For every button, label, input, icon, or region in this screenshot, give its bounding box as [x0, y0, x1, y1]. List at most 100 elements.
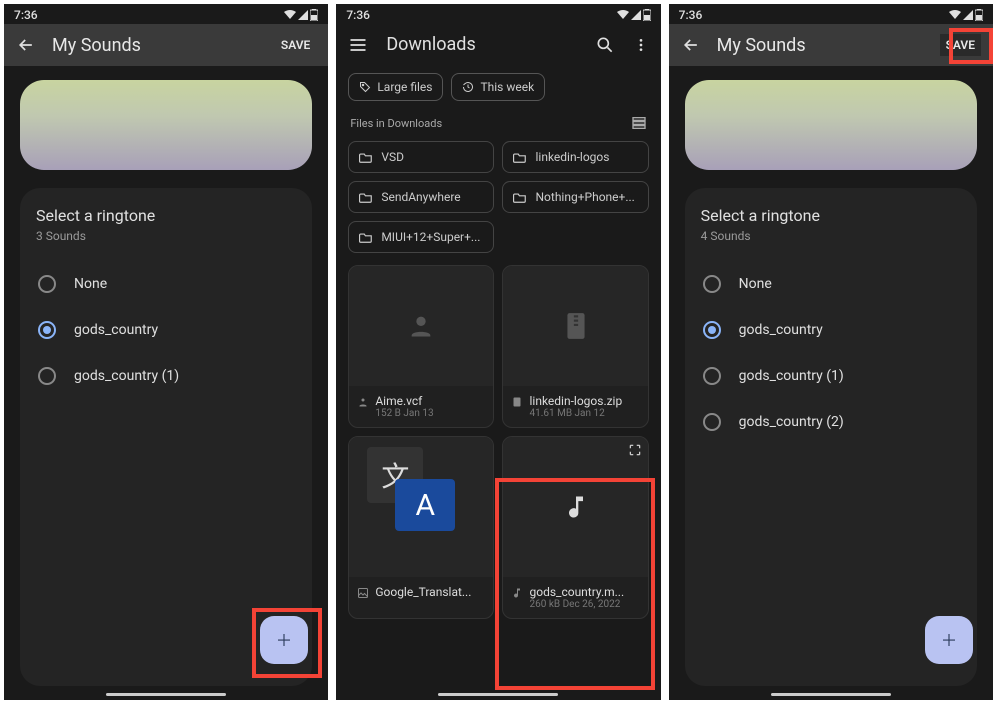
- home-indicator[interactable]: [771, 693, 891, 696]
- signal-icon: [298, 10, 308, 20]
- ringtone-label: gods_country (1): [739, 368, 844, 384]
- status-icons: [949, 9, 983, 21]
- phone-screen-2: 7:36 Downloads Large files This week Fil…: [336, 4, 660, 700]
- translate-thumbnail: 文 A: [349, 437, 493, 577]
- ringtone-label: gods_country (2): [739, 414, 844, 430]
- chip-large-files[interactable]: Large files: [348, 73, 443, 101]
- home-indicator[interactable]: [106, 693, 226, 696]
- status-time: 7:36: [346, 8, 370, 22]
- phone-screen-1: 7:36 My Sounds SAVE Select a ringtone 3 …: [4, 4, 328, 700]
- app-bar: My Sounds SAVE: [669, 24, 993, 66]
- back-icon[interactable]: [16, 35, 36, 55]
- view-toggle-icon[interactable]: [631, 115, 647, 131]
- wifi-icon: [284, 10, 296, 20]
- folder-grid: VSD linkedin-logos SendAnywhere Nothing+…: [336, 137, 660, 261]
- ringtone-label: None: [74, 276, 107, 292]
- person-icon: [407, 312, 435, 340]
- ringtone-label: gods_country: [739, 322, 823, 338]
- zip-small-icon: [511, 396, 523, 408]
- sounds-count: 3 Sounds: [36, 229, 296, 243]
- folder-label: MIUI+12+Super+...: [381, 230, 480, 244]
- home-indicator[interactable]: [438, 693, 558, 696]
- ringtone-option[interactable]: gods_country (2): [701, 399, 961, 445]
- radio-icon: [38, 275, 56, 293]
- radio-icon: [703, 413, 721, 431]
- file-card[interactable]: Aime.vcf 152 B Jan 13: [348, 265, 494, 428]
- contact-icon: [357, 396, 369, 408]
- ringtone-option[interactable]: gods_country (1): [36, 353, 296, 399]
- radio-icon: [703, 367, 721, 385]
- highlight-file: [495, 478, 655, 690]
- folder-item[interactable]: Nothing+Phone+...: [502, 181, 648, 213]
- ringtone-label: gods_country (1): [74, 368, 179, 384]
- plus-icon: [940, 631, 958, 649]
- file-card[interactable]: linkedin-logos.zip 41.61 MB Jan 12: [502, 265, 648, 428]
- battery-icon: [975, 9, 983, 21]
- file-detail: 152 B Jan 13: [375, 408, 485, 419]
- status-bar: 7:36: [4, 4, 328, 24]
- ringtone-label: gods_country: [74, 322, 158, 338]
- filter-chips: Large files This week: [336, 65, 660, 109]
- section-header: Files in Downloads: [336, 109, 660, 137]
- chip-label: Large files: [377, 80, 432, 94]
- status-time: 7:36: [14, 8, 38, 22]
- status-bar: 7:36: [336, 4, 660, 24]
- folder-label: VSD: [381, 150, 404, 164]
- wifi-icon: [949, 10, 961, 20]
- tag-icon: [359, 81, 371, 93]
- sounds-count: 4 Sounds: [701, 229, 961, 243]
- highlight-save: [949, 28, 993, 64]
- file-name: Google_Translat...: [375, 585, 485, 599]
- save-button[interactable]: SAVE: [275, 34, 316, 56]
- app-bar: My Sounds SAVE: [4, 24, 328, 66]
- phone-screen-3: 7:36 My Sounds SAVE Select a ringtone 4 …: [669, 4, 993, 700]
- ringtone-option[interactable]: None: [701, 261, 961, 307]
- folder-item[interactable]: VSD: [348, 141, 494, 173]
- back-icon[interactable]: [681, 35, 701, 55]
- signal-icon: [631, 10, 641, 20]
- image-icon: [357, 587, 369, 599]
- folder-item[interactable]: SendAnywhere: [348, 181, 494, 213]
- file-card[interactable]: 文 A Google_Translat...: [348, 436, 494, 619]
- section-label: Files in Downloads: [350, 117, 442, 130]
- file-name: Aime.vcf: [375, 394, 485, 408]
- battery-icon: [643, 9, 651, 21]
- folder-icon: [359, 231, 373, 243]
- ringtone-card: Select a ringtone 4 Sounds None gods_cou…: [685, 188, 977, 686]
- radio-icon: [703, 321, 721, 339]
- expand-icon[interactable]: [628, 443, 642, 457]
- app-bar: Downloads: [336, 24, 660, 65]
- file-preview: [503, 266, 647, 386]
- page-title: My Sounds: [52, 35, 259, 56]
- ringtone-option[interactable]: None: [36, 261, 296, 307]
- menu-icon[interactable]: [348, 35, 368, 55]
- folder-item[interactable]: MIUI+12+Super+...: [348, 221, 494, 253]
- more-icon[interactable]: [633, 35, 649, 55]
- status-icons: [617, 9, 651, 21]
- ringtone-option[interactable]: gods_country: [701, 307, 961, 353]
- history-icon: [462, 81, 474, 93]
- status-icons: [284, 9, 318, 21]
- file-preview: [349, 266, 493, 386]
- search-icon[interactable]: [595, 35, 615, 55]
- ringtone-option[interactable]: gods_country: [36, 307, 296, 353]
- add-fab[interactable]: [925, 616, 973, 664]
- gradient-header-card: [20, 80, 312, 170]
- wifi-icon: [617, 10, 629, 20]
- status-time: 7:36: [679, 8, 703, 22]
- chip-label: This week: [480, 80, 534, 94]
- folder-icon: [359, 191, 373, 203]
- status-bar: 7:36: [669, 4, 993, 24]
- highlight-fab: [252, 608, 322, 678]
- ringtone-label: None: [739, 276, 772, 292]
- page-title: My Sounds: [717, 35, 924, 56]
- folder-icon: [513, 191, 527, 203]
- chip-this-week[interactable]: This week: [451, 73, 545, 101]
- file-detail: 41.61 MB Jan 12: [529, 408, 639, 419]
- signal-icon: [963, 10, 973, 20]
- ringtone-option[interactable]: gods_country (1): [701, 353, 961, 399]
- folder-item[interactable]: linkedin-logos: [502, 141, 648, 173]
- radio-icon: [703, 275, 721, 293]
- radio-icon: [38, 321, 56, 339]
- file-preview: 文 A: [349, 437, 493, 577]
